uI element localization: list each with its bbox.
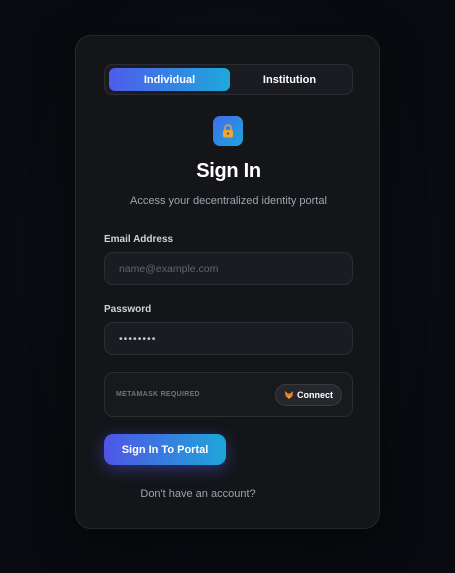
toggle-institution[interactable]: Institution: [229, 68, 350, 91]
account-type-toggle: Individual Institution: [104, 64, 353, 95]
email-field[interactable]: [104, 252, 353, 285]
connect-label: Connect: [297, 390, 333, 400]
sign-in-card: Individual Institution Sign In Access yo…: [75, 35, 380, 529]
toggle-individual[interactable]: Individual: [109, 68, 230, 91]
password-label: Password: [104, 304, 152, 315]
page-subtitle: Access your decentralized identity porta…: [130, 195, 327, 207]
connect-wallet-button[interactable]: Connect: [275, 384, 342, 406]
email-label: Email Address: [104, 234, 174, 245]
sign-in-button[interactable]: Sign In To Portal: [104, 434, 226, 465]
signup-link[interactable]: Don't have an account?: [76, 488, 320, 500]
fox-icon: [284, 390, 294, 400]
page-title: Sign In: [196, 160, 261, 182]
metamask-panel: METAMASK REQUIRED Connect: [104, 372, 353, 417]
metamask-required-label: METAMASK REQUIRED: [116, 391, 200, 398]
lock-icon: [213, 116, 243, 146]
password-field[interactable]: [104, 322, 353, 355]
